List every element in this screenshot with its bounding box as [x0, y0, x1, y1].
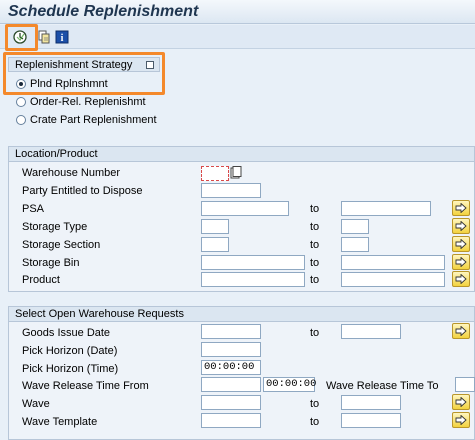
goods-issue-date-from-input[interactable] — [201, 324, 261, 339]
application-toolbar: i — [0, 25, 475, 49]
arrow-right-icon — [455, 415, 467, 425]
radio-planned-replenishment[interactable] — [16, 79, 26, 89]
psa-label: PSA — [22, 203, 45, 215]
goods-issue-date-label: Goods Issue Date — [22, 327, 111, 339]
radio-label-planned: Plnd Rplnshmnt — [30, 78, 108, 90]
f4-help-icon[interactable] — [230, 166, 242, 179]
execute-button[interactable] — [12, 29, 28, 45]
storage-type-from-input[interactable] — [201, 219, 229, 234]
info-button[interactable]: i — [54, 29, 70, 45]
get-variant-button[interactable] — [36, 29, 52, 45]
psa-multiple-selection-button[interactable] — [452, 200, 470, 216]
wave-template-to-label: to — [310, 416, 320, 428]
title-bar: Schedule Replenishment — [0, 0, 475, 24]
pick-horizon-time-label: Pick Horizon (Time) — [22, 363, 119, 375]
arrow-right-icon — [455, 257, 467, 267]
clock-execute-icon — [13, 30, 27, 44]
storage-section-multiple-selection-button[interactable] — [452, 236, 470, 252]
wave-to-label: to — [310, 398, 320, 410]
product-to-label: to — [310, 274, 320, 286]
party-entitled-input[interactable] — [201, 183, 261, 198]
arrow-right-icon — [455, 239, 467, 249]
storage-bin-multiple-selection-button[interactable] — [452, 254, 470, 270]
psa-to-input[interactable] — [341, 201, 431, 216]
radio-crate-part-replenishment[interactable] — [16, 115, 26, 125]
wave-label: Wave — [22, 398, 50, 410]
info-icon: i — [55, 30, 69, 44]
wave-release-from-date-input[interactable] — [201, 377, 261, 392]
warehouse-number-label: Warehouse Number — [22, 167, 121, 179]
storage-type-to-input[interactable] — [341, 219, 369, 234]
info-glyph: i — [61, 33, 64, 44]
goods-issue-date-to-input[interactable] — [341, 324, 401, 339]
storage-type-label: Storage Type — [22, 221, 88, 233]
arrow-right-icon — [455, 203, 467, 213]
strategy-header-label: Replenishment Strategy — [15, 59, 133, 71]
arrow-right-icon — [455, 326, 467, 336]
radio-label-order-rel: Order-Rel. Replenishmt — [30, 96, 146, 108]
strategy-group: Replenishment Strategy Plnd Rplnshmnt Or… — [8, 57, 475, 137]
location-product-header: Location/Product — [9, 147, 474, 162]
goods-issue-date-to-label: to — [310, 327, 320, 339]
storage-type-to-label: to — [310, 221, 320, 233]
warehouse-number-input[interactable] — [201, 166, 229, 181]
storage-type-multiple-selection-button[interactable] — [452, 218, 470, 234]
storage-section-to-input[interactable] — [341, 237, 369, 252]
maximize-icon[interactable] — [146, 61, 154, 69]
wave-release-to-label: Wave Release Time To — [326, 380, 439, 392]
psa-to-label: to — [310, 203, 320, 215]
arrow-right-icon — [455, 274, 467, 284]
radio-order-rel-replenishment[interactable] — [16, 97, 26, 107]
product-from-input[interactable] — [201, 272, 305, 287]
storage-bin-label: Storage Bin — [22, 257, 80, 269]
product-label: Product — [22, 274, 60, 286]
wave-release-from-label: Wave Release Time From — [22, 380, 149, 392]
product-multiple-selection-button[interactable] — [452, 271, 470, 287]
wave-template-label: Wave Template — [22, 416, 98, 428]
pick-horizon-time-input[interactable]: 00:00:00 — [201, 360, 261, 375]
arrow-right-icon — [455, 397, 467, 407]
wave-release-from-time-input[interactable]: 00:00:00 — [263, 377, 316, 392]
radio-label-crate-part: Crate Part Replenishment — [30, 114, 157, 126]
goods-issue-date-multiple-selection-button[interactable] — [452, 323, 470, 339]
wave-multiple-selection-button[interactable] — [452, 394, 470, 410]
wave-from-input[interactable] — [201, 395, 261, 410]
wave-template-from-input[interactable] — [201, 413, 261, 428]
pick-horizon-date-label: Pick Horizon (Date) — [22, 345, 118, 357]
arrow-right-icon — [455, 221, 467, 231]
page-title: Schedule Replenishment — [8, 3, 199, 20]
storage-bin-to-input[interactable] — [341, 255, 445, 270]
product-to-input[interactable] — [341, 272, 445, 287]
psa-from-input[interactable] — [201, 201, 289, 216]
wave-template-multiple-selection-button[interactable] — [452, 412, 470, 428]
party-entitled-label: Party Entitled to Dispose — [22, 185, 143, 197]
strategy-header: Replenishment Strategy — [8, 57, 160, 72]
wave-to-input[interactable] — [341, 395, 401, 410]
wave-template-to-input[interactable] — [341, 413, 401, 428]
wave-release-to-input[interactable] — [455, 377, 475, 392]
storage-section-label: Storage Section — [22, 239, 101, 251]
pick-horizon-date-input[interactable] — [201, 342, 261, 357]
storage-section-to-label: to — [310, 239, 320, 251]
get-variant-icon — [38, 30, 50, 44]
storage-section-from-input[interactable] — [201, 237, 229, 252]
storage-bin-from-input[interactable] — [201, 255, 305, 270]
open-warehouse-requests-header: Select Open Warehouse Requests — [9, 307, 474, 322]
storage-bin-to-label: to — [310, 257, 320, 269]
